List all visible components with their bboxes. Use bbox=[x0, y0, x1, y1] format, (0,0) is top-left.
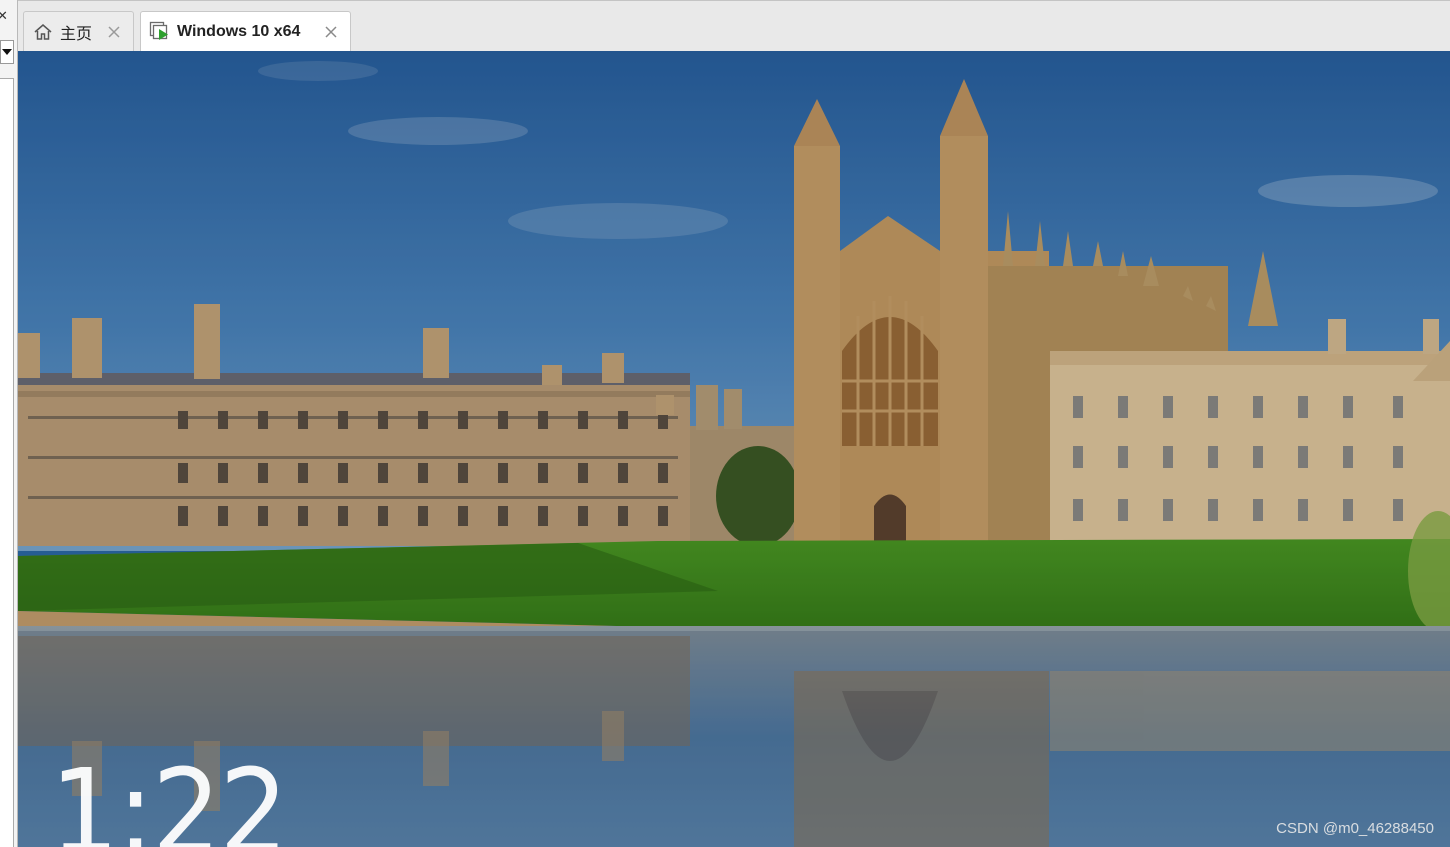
csdn-watermark: CSDN @m0_46288450 bbox=[1276, 820, 1434, 837]
lock-screen-clock: 1:22 bbox=[50, 743, 288, 847]
vm-play-icon bbox=[149, 21, 171, 43]
tab-bar: 主页 Windows 10 x64 bbox=[18, 0, 1450, 52]
home-icon bbox=[32, 21, 54, 43]
tab-home[interactable]: 主页 bbox=[23, 11, 134, 52]
tab-home-label: 主页 bbox=[60, 26, 93, 43]
dropdown-button[interactable] bbox=[0, 40, 14, 64]
tab-windows-10-x64[interactable]: Windows 10 x64 bbox=[140, 11, 351, 52]
close-icon[interactable] bbox=[322, 23, 340, 41]
close-icon[interactable]: ✕ bbox=[0, 8, 8, 24]
library-panel bbox=[0, 78, 14, 847]
close-icon[interactable] bbox=[105, 23, 123, 41]
lock-screen-wallpaper bbox=[18, 51, 1450, 847]
tab-vm-label: Windows 10 x64 bbox=[177, 23, 301, 40]
chevron-down-icon bbox=[2, 49, 12, 55]
host-left-panel: ✕ bbox=[0, 0, 18, 847]
vm-display[interactable]: 1:22 CSDN @m0_46288450 bbox=[18, 51, 1450, 847]
